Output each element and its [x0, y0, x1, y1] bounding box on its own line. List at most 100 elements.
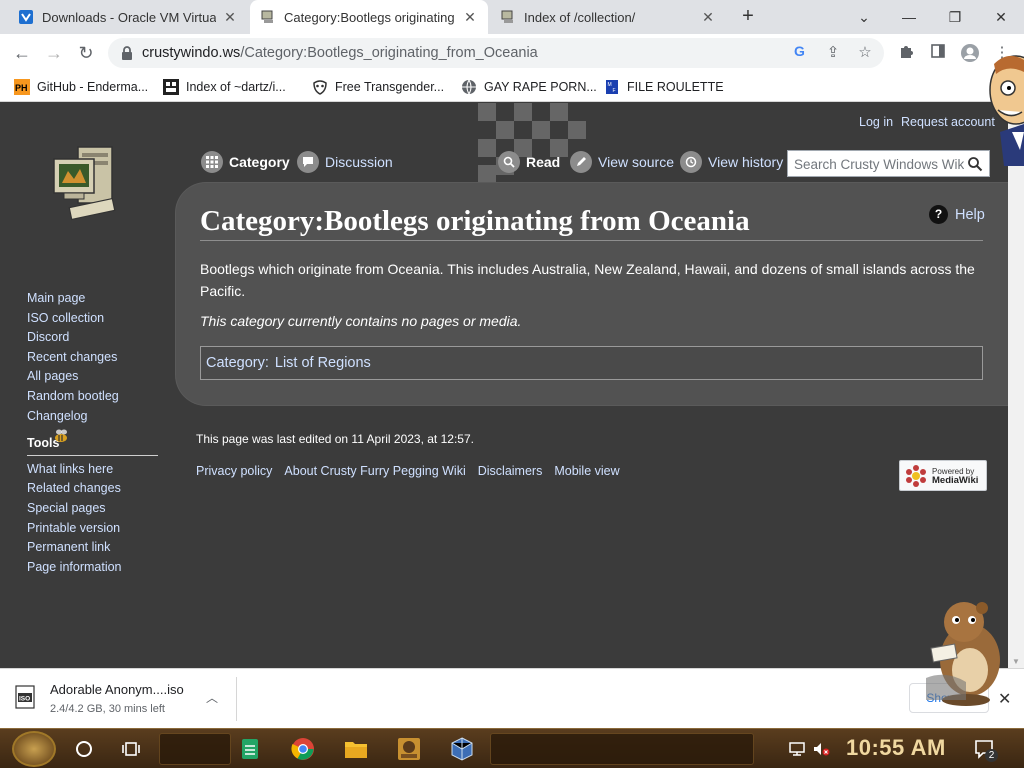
- profile-avatar-icon[interactable]: [960, 43, 980, 63]
- tab-view-source[interactable]: View source: [570, 151, 674, 173]
- back-button[interactable]: ←: [10, 42, 34, 64]
- sheets-app-icon[interactable]: [238, 737, 262, 761]
- globe-icon: [462, 79, 476, 95]
- iso-file-icon: ISO: [15, 685, 35, 709]
- sidebar-item-recent-changes[interactable]: Recent changes: [27, 348, 158, 368]
- start-button[interactable]: [12, 731, 56, 767]
- bookmark-label: Free Transgender...: [335, 80, 445, 94]
- svg-text:ISO: ISO: [19, 696, 30, 703]
- bookmark-free-transgender[interactable]: Free Transgender...: [312, 77, 444, 97]
- download-item[interactable]: ISO Adorable Anonym....iso 2.4/4.2 GB, 3…: [10, 677, 236, 721]
- tab-discussion[interactable]: Discussion: [297, 151, 393, 173]
- category-links-label[interactable]: Category:: [206, 355, 269, 371]
- help-label: Help: [955, 206, 985, 223]
- wiki-search-input[interactable]: [794, 155, 964, 173]
- sidebar-item-all-pages[interactable]: All pages: [27, 367, 158, 387]
- tab-strip: Downloads - Oracle VM Virtual ✕ Category…: [0, 0, 1024, 34]
- sidebar-item-random-bootleg[interactable]: Random bootleg: [27, 387, 158, 407]
- wiki-page: Log in Request account Main page ISO col…: [0, 103, 1008, 668]
- tab-index-collection[interactable]: Index of /collection/ ✕: [490, 0, 726, 34]
- close-tab-icon[interactable]: ✕: [462, 9, 478, 26]
- address-bar[interactable]: crustywindo.ws/Category:Bootlegs_origina…: [108, 38, 884, 68]
- computer-favicon: [501, 10, 513, 23]
- url-text[interactable]: crustywindo.ws/Category:Bootlegs_origina…: [142, 45, 538, 61]
- share-icon[interactable]: ⇪: [823, 43, 843, 63]
- forward-button[interactable]: →: [42, 42, 66, 64]
- cartoon-character-overlay: [989, 55, 1024, 166]
- bookmark-label: GitHub - Enderma...: [37, 80, 149, 94]
- tab-downloads[interactable]: Downloads - Oracle VM Virtual ✕: [8, 0, 248, 34]
- bookmark-file-roulette[interactable]: MF FILE ROULETTE: [604, 77, 724, 97]
- taskbar-panel: [490, 733, 754, 765]
- sidebar-item-permanent-link[interactable]: Permanent link: [27, 538, 158, 558]
- login-link[interactable]: Log in: [859, 115, 893, 129]
- reload-button[interactable]: ↻: [74, 42, 98, 64]
- task-view-icon[interactable]: [119, 737, 143, 761]
- close-window-button[interactable]: ✕: [987, 4, 1015, 30]
- url-path: /Category:Bootlegs_originating_from_Ocea…: [240, 45, 538, 61]
- bookmark-gay[interactable]: GAY RAPE PORN...: [461, 77, 597, 97]
- bookmark-label: Index of ~dartz/i...: [186, 80, 286, 94]
- sidebar-item-changelog[interactable]: Changelog: [27, 407, 158, 427]
- index-icon: [163, 79, 179, 95]
- sidebar-item-main-page[interactable]: Main page: [27, 289, 158, 309]
- file-explorer-icon[interactable]: [344, 737, 368, 761]
- side-panel-icon[interactable]: [928, 43, 948, 63]
- notification-center-icon[interactable]: 2: [974, 739, 998, 762]
- sidebar-item-printable-version[interactable]: Printable version: [27, 519, 158, 539]
- category-link-list-of-regions[interactable]: List of Regions: [275, 355, 371, 371]
- tab-category-bootlegs[interactable]: Category:Bootlegs originating f ✕: [250, 0, 488, 34]
- sidebar-item-related-changes[interactable]: Related changes: [27, 479, 158, 499]
- tab-read[interactable]: Read: [498, 151, 560, 173]
- minimize-button[interactable]: —: [895, 4, 923, 30]
- extensions-puzzle-icon[interactable]: [896, 43, 916, 63]
- close-tab-icon[interactable]: ✕: [222, 9, 238, 26]
- request-account-link[interactable]: Request account: [901, 115, 995, 129]
- chevron-up-icon[interactable]: ︿: [206, 689, 218, 706]
- sidebar-item-discord[interactable]: Discord: [27, 328, 158, 348]
- cortana-search-icon[interactable]: [72, 737, 96, 761]
- sidebar-item-special-pages[interactable]: Special pages: [27, 499, 158, 519]
- game-app-icon[interactable]: [397, 737, 421, 761]
- volume-muted-icon[interactable]: [812, 740, 830, 758]
- powered-by-mediawiki-badge[interactable]: Powered by MediaWiki: [899, 460, 987, 491]
- tab-category[interactable]: Category: [201, 151, 290, 173]
- chrome-icon[interactable]: [291, 737, 315, 761]
- taskbar-clock[interactable]: 10:55 AM: [846, 735, 946, 761]
- bookmark-star-icon[interactable]: ☆: [855, 43, 875, 63]
- restore-button[interactable]: ❐: [941, 4, 969, 30]
- google-lens-icon[interactable]: G: [791, 43, 811, 63]
- new-tab-button[interactable]: +: [736, 5, 760, 29]
- search-icon[interactable]: [967, 156, 983, 172]
- virtualbox-icon: [19, 10, 33, 24]
- hamster-reading-figure: [926, 602, 1000, 706]
- tab-label: Downloads - Oracle VM Virtual: [42, 9, 216, 25]
- footer-disclaimers[interactable]: Disclaimers: [478, 464, 543, 478]
- sidebar-item-page-information[interactable]: Page information: [27, 558, 158, 578]
- footer-privacy-policy[interactable]: Privacy policy: [196, 464, 272, 478]
- bee-icon: [55, 429, 67, 443]
- tab-view-history-label: View history: [708, 154, 784, 170]
- sidebar-item-iso-collection[interactable]: ISO collection: [27, 309, 158, 329]
- bookmark-index-dartz[interactable]: Index of ~dartz/i...: [163, 77, 286, 97]
- virtualbox-app-icon[interactable]: [450, 737, 474, 761]
- help-link[interactable]: ? Help: [929, 205, 985, 224]
- footer-mobile-view[interactable]: Mobile view: [554, 464, 619, 478]
- footer-about[interactable]: About Crusty Furry Pegging Wiki: [284, 464, 465, 478]
- tab-search-button[interactable]: ⌄: [850, 4, 878, 30]
- tab-label: Category:Bootlegs originating f: [284, 9, 456, 25]
- wiki-search-box: [787, 150, 990, 177]
- crusty-windows-logo[interactable]: [50, 141, 126, 227]
- last-edited-text: This page was last edited on 11 April 20…: [196, 432, 474, 446]
- bookmark-label: GAY RAPE PORN...: [484, 80, 597, 94]
- vertical-scrollbar[interactable]: ▼: [1008, 103, 1024, 668]
- scroll-down-arrow-icon[interactable]: ▼: [1012, 657, 1020, 666]
- network-icon[interactable]: [788, 740, 806, 758]
- downloads-bar: ISO Adorable Anonym....iso 2.4/4.2 GB, 3…: [0, 668, 1024, 728]
- tab-view-history[interactable]: View history: [680, 151, 783, 173]
- close-tab-icon[interactable]: ✕: [700, 9, 716, 26]
- tab-label: Index of /collection/: [524, 9, 636, 25]
- sidebar-item-what-links-here[interactable]: What links here: [27, 460, 158, 480]
- mediawiki-flower-icon: [906, 464, 926, 487]
- bookmark-github[interactable]: PH GitHub - Enderma...: [14, 77, 148, 97]
